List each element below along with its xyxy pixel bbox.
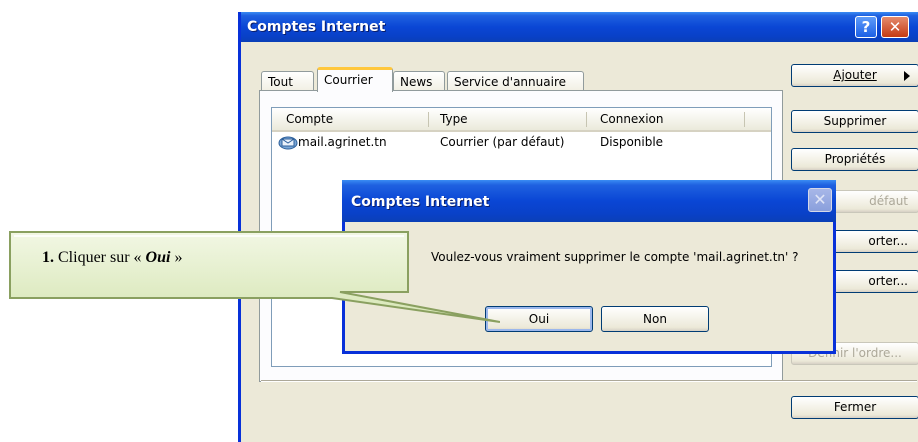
mail-account-icon bbox=[278, 134, 298, 153]
close-icon[interactable]: ✕ bbox=[808, 188, 832, 212]
step-number: 1. bbox=[42, 249, 54, 266]
tab-courrier[interactable]: Courrier bbox=[317, 67, 393, 92]
fermer-button[interactable]: Fermer bbox=[791, 396, 918, 419]
column-compte[interactable]: Compte bbox=[286, 112, 333, 126]
cell-type: Courrier (par défaut) bbox=[440, 135, 565, 149]
help-icon[interactable]: ? bbox=[855, 16, 877, 38]
submenu-arrow-icon bbox=[904, 71, 910, 81]
window-title: Comptes Internet bbox=[247, 19, 386, 35]
dialog-title: Comptes Internet bbox=[351, 194, 490, 210]
dialog-title-bar[interactable]: Comptes Internet ✕ bbox=[342, 180, 836, 222]
ajouter-label: Ajouter bbox=[833, 68, 877, 82]
non-button[interactable]: Non bbox=[601, 306, 709, 332]
column-connexion[interactable]: Connexion bbox=[600, 112, 664, 126]
table-row[interactable]: mail.agrinet.tn Courrier (par défaut) Di… bbox=[272, 132, 771, 152]
ajouter-button[interactable]: Ajouter bbox=[791, 64, 918, 87]
column-type[interactable]: Type bbox=[440, 112, 468, 126]
supprimer-button[interactable]: Supprimer bbox=[791, 110, 918, 133]
tab-tout[interactable]: Tout bbox=[261, 71, 314, 91]
callout-emphasis: Oui bbox=[145, 249, 171, 266]
callout-suffix: » bbox=[174, 249, 183, 266]
tab-news[interactable]: News bbox=[393, 71, 445, 91]
close-icon[interactable]: ✕ bbox=[881, 16, 909, 38]
divider bbox=[261, 380, 917, 382]
title-bar[interactable]: Comptes Internet ? ✕ bbox=[241, 12, 918, 42]
callout-box bbox=[9, 231, 500, 323]
callout-prefix: Cliquer sur « bbox=[58, 249, 142, 266]
proprietes-button[interactable]: Propriétés bbox=[791, 148, 918, 171]
cell-connexion: Disponible bbox=[600, 135, 664, 149]
oui-button[interactable]: Oui bbox=[485, 306, 593, 332]
list-header: Compte Type Connexion bbox=[272, 108, 771, 132]
cell-compte: mail.agrinet.tn bbox=[298, 135, 387, 149]
tab-service-annuaire[interactable]: Service d'annuaire bbox=[447, 71, 584, 91]
callout-text: 1. Cliquer sur « Oui » bbox=[42, 249, 182, 267]
